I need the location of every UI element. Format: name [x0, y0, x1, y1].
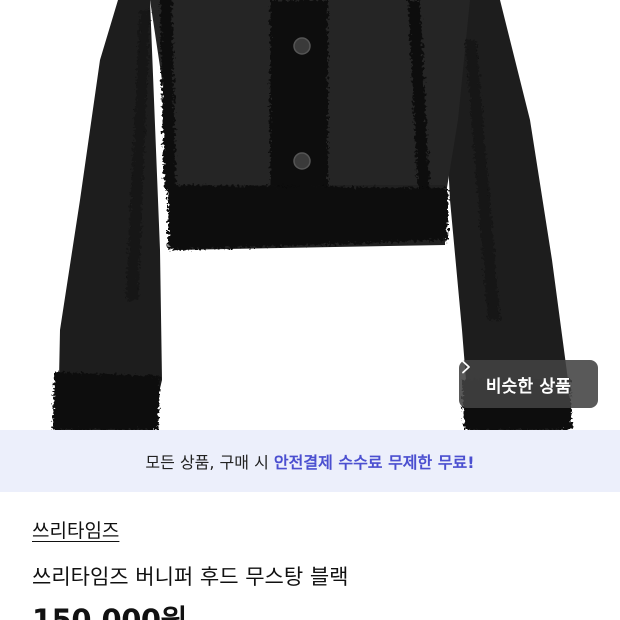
safe-payment-promo-banner[interactable]: 모든 상품, 구매 시 안전결제 수수료 무제한 무료! — [0, 430, 620, 492]
similar-products-button[interactable]: 비슷한 상품 — [459, 360, 598, 408]
brand-link[interactable]: 쓰리타임즈 — [32, 516, 119, 543]
product-title: 쓰리타임즈 버니퍼 후드 무스탕 블랙 — [32, 565, 349, 589]
promo-text: 모든 상품, 구매 시 — [145, 453, 274, 472]
product-image[interactable]: 비슷한 상품 — [0, 0, 620, 430]
product-price: 150,000원 — [32, 603, 187, 620]
product-detail-page: 비슷한 상품 모든 상품, 구매 시 안전결제 수수료 무제한 무료! 쓰리타임… — [0, 0, 620, 620]
similar-products-label: 비슷한 상품 — [485, 376, 572, 397]
chevron-right-icon — [462, 360, 470, 374]
promo-highlight-text: 안전결제 수수료 무제한 무료! — [273, 453, 475, 472]
